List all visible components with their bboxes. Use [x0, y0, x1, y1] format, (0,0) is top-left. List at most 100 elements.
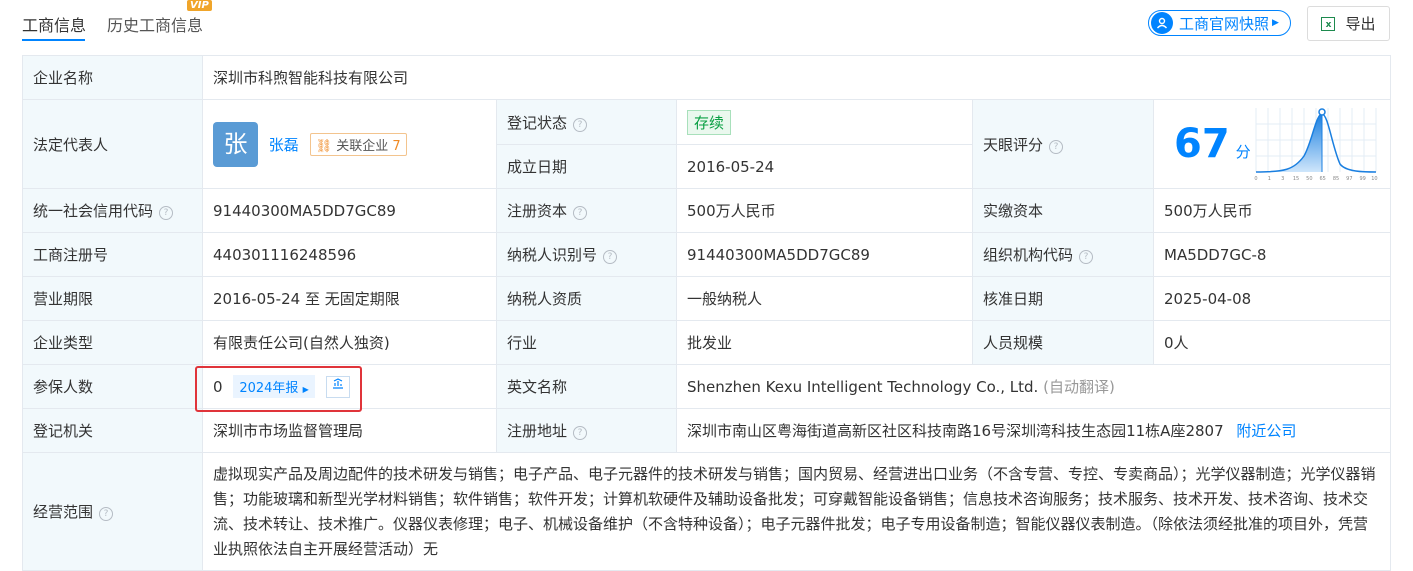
table-row: 经营范围? 虚拟现实产品及周边配件的技术研发与销售；电子产品、电子元器件的技术研… [22, 452, 1391, 571]
status-badge: 存续 [687, 109, 732, 135]
score-tick-label: 15 [1293, 176, 1299, 182]
active-tab-indicator [22, 39, 85, 41]
help-icon[interactable]: ? [603, 250, 618, 264]
vip-badge: VIP [187, 0, 212, 11]
official-snapshot-button[interactable]: 工商官网快照 ▶ [1148, 10, 1291, 36]
english-name: Shenzhen Kexu Intelligent Technology Co.… [687, 378, 1039, 396]
industry: 批发业 [676, 320, 973, 365]
taxpayer-id-label-cell: 纳税人识别号? [496, 232, 677, 277]
related-companies-label: 关联企业 [336, 138, 389, 154]
credit-code: 91440300MA5DD7GC89 [202, 188, 497, 233]
tab-history-business-info[interactable]: 历史工商信息 [107, 12, 203, 36]
help-icon[interactable]: ? [99, 507, 114, 521]
reg-status-cell: 存续 [676, 99, 973, 145]
org-code-label-cell: 组织机构代码? [972, 232, 1154, 277]
score-tick-label: 0 [1254, 176, 1257, 182]
help-icon[interactable]: ? [1079, 250, 1094, 264]
score-tick-label: 1 [1268, 176, 1271, 182]
table-row: 登记机关 深圳市市场监督管理局 注册地址? 深圳市南山区粤海街道高新区社区科技南… [22, 408, 1391, 453]
score-label-cell: 天眼评分? [972, 99, 1154, 189]
caret-right-icon: ▶ [1272, 18, 1279, 28]
score-unit: 分 [1235, 143, 1251, 161]
user-shield-icon [1151, 12, 1173, 34]
staff-size: 0人 [1153, 320, 1391, 365]
help-icon[interactable]: ? [159, 206, 174, 220]
reg-no-label: 工商注册号 [22, 232, 203, 277]
scope-label: 经营范围 [33, 503, 94, 521]
staff-size-label: 人员规模 [972, 320, 1154, 365]
registration-authority: 深圳市市场监督管理局 [202, 408, 497, 453]
related-network-icon: ⛓ [315, 138, 333, 154]
taxpayer-qual: 一般纳税人 [676, 276, 973, 321]
related-companies-tag[interactable]: ⛓ 关联企业 7 [309, 132, 407, 156]
caret-right-icon: ▶ [302, 384, 309, 394]
legal-rep-label: 法定代表人 [22, 99, 203, 189]
taxpayer-id-label: 纳税人识别号 [507, 246, 598, 264]
reg-no: 440301116248596 [202, 232, 497, 277]
tianyan-score: 67 [1174, 121, 1230, 167]
authority-label: 登记机关 [22, 408, 203, 453]
company-name-label: 企业名称 [22, 55, 203, 100]
founded-label: 成立日期 [496, 144, 677, 189]
business-scope: 虚拟现实产品及周边配件的技术研发与销售；电子产品、电子元器件的技术研发与销售；国… [202, 452, 1391, 571]
score-tick-label: 97 [1346, 176, 1352, 182]
type-label: 企业类型 [22, 320, 203, 365]
nearby-companies-link[interactable]: 附近公司 [1236, 422, 1296, 440]
reg-capital-label: 注册资本 [507, 202, 568, 220]
related-companies-count: 7 [392, 138, 401, 154]
paid-capital: 500万人民币 [1153, 188, 1391, 233]
industry-label: 行业 [496, 320, 677, 365]
credit-code-label: 统一社会信用代码 [33, 202, 154, 220]
help-icon[interactable]: ? [573, 426, 588, 440]
score-tick-label: 3 [1281, 176, 1284, 182]
annual-report-button[interactable]: 2024年报 ▶ [233, 374, 315, 398]
annual-report-label: 2024年报 [239, 380, 299, 396]
tab-business-info[interactable]: 工商信息 [22, 12, 86, 36]
company-type: 有限责任公司(自然人独资) [202, 320, 497, 365]
english-name-cell: Shenzhen Kexu Intelligent Technology Co.… [676, 364, 1391, 409]
company-name: 深圳市科煦智能科技有限公司 [202, 55, 1391, 100]
score-cell[interactable]: 67 分 0 1 3 15 50 65 85 97 99 100 [1153, 99, 1391, 189]
scope-label-cell: 经营范围? [22, 452, 203, 571]
insured-label: 参保人数 [22, 364, 203, 409]
english-name-label: 英文名称 [496, 364, 677, 409]
score-distribution-chart: 0 1 3 15 50 65 85 97 99 100 [1254, 108, 1378, 182]
taxpayer-id: 91440300MA5DD7GC89 [676, 232, 973, 277]
reg-status-label: 登记状态 [507, 113, 568, 132]
address-label: 注册地址 [507, 422, 568, 440]
legal-rep-cell: 张 张磊 ⛓ 关联企业 7 [202, 99, 497, 189]
reg-capital-label-cell: 注册资本? [496, 188, 677, 233]
export-button[interactable]: x 导出 [1307, 6, 1390, 41]
registered-address: 深圳市南山区粤海街道高新区社区科技南路16号深圳湾科技生态园11栋A座2807 [687, 422, 1224, 440]
avatar[interactable]: 张 [213, 121, 258, 167]
reg-capital: 500万人民币 [676, 188, 973, 233]
score-tick-label: 99 [1359, 176, 1365, 182]
help-icon[interactable]: ? [1049, 139, 1064, 154]
help-icon[interactable]: ? [573, 206, 588, 220]
founded-date: 2016-05-24 [676, 144, 973, 189]
score-tick-label: 65 [1319, 176, 1325, 182]
table-row: 参保人数 0 2024年报 ▶ 英文名称 Shenzhen Kexu Intel… [22, 364, 1391, 409]
table-row: 工商注册号 440301116248596 纳税人识别号? 91440300MA… [22, 232, 1391, 277]
reg-status-label-cell: 登记状态? [496, 99, 677, 145]
credit-code-label-cell: 统一社会信用代码? [22, 188, 203, 233]
official-snapshot-label: 工商官网快照 [1179, 14, 1270, 33]
business-info-table: 企业名称 深圳市科煦智能科技有限公司 法定代表人 张 张磊 ⛓ 关联企业 7 登… [22, 55, 1391, 571]
legal-rep-name-link[interactable]: 张磊 [269, 136, 299, 154]
term-label: 营业期限 [22, 276, 203, 321]
table-row: 营业期限 2016-05-24 至 无固定期限 纳税人资质 一般纳税人 核准日期… [22, 276, 1391, 321]
approval-date: 2025-04-08 [1153, 276, 1391, 321]
score-tick-label: 85 [1333, 176, 1339, 182]
table-row: 统一社会信用代码? 91440300MA5DD7GC89 注册资本? 500万人… [22, 188, 1391, 233]
export-label: 导出 [1345, 15, 1376, 33]
table-row: 企业类型 有限责任公司(自然人独资) 行业 批发业 人员规模 0人 [22, 320, 1391, 365]
score-label: 天眼评分 [983, 135, 1044, 154]
auto-translate-note: (自动翻译) [1043, 378, 1115, 396]
trend-chart-icon[interactable] [325, 376, 350, 399]
insured-cell: 0 2024年报 ▶ [202, 364, 497, 409]
business-term: 2016-05-24 至 无固定期限 [202, 276, 497, 321]
org-code-label: 组织机构代码 [983, 246, 1074, 264]
score-tick-label: 100 [1371, 176, 1378, 182]
table-row: 法定代表人 张 张磊 ⛓ 关联企业 7 登记状态? 存续 天眼评分? 67 分 [22, 99, 1391, 189]
help-icon[interactable]: ? [573, 117, 588, 132]
